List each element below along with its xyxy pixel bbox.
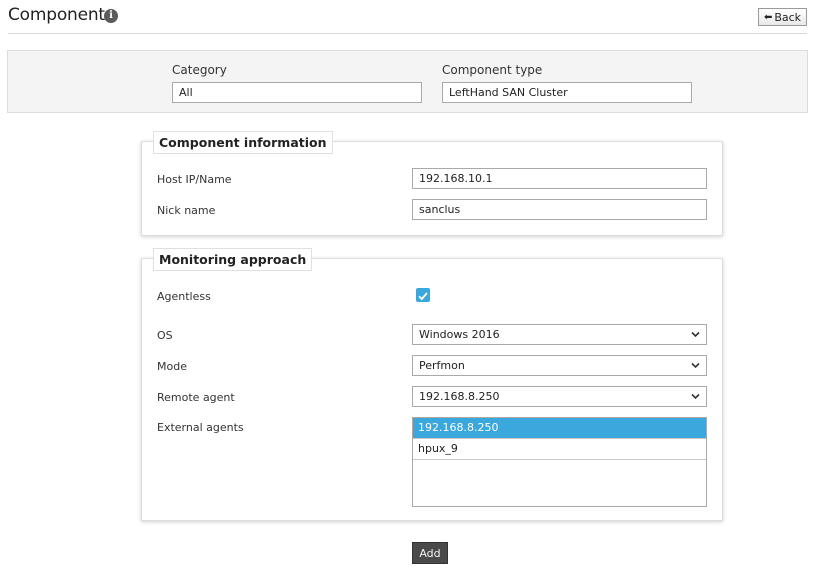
os-label: OS — [157, 329, 173, 342]
list-item[interactable]: hpux_9 — [413, 439, 706, 460]
external-agents-label: External agents — [157, 421, 244, 434]
info-icon[interactable]: i — [104, 9, 118, 23]
agentless-label: Agentless — [157, 290, 211, 303]
checkmark-icon — [418, 292, 428, 301]
chevron-down-icon — [691, 331, 700, 338]
mode-select-value: Perfmon — [419, 359, 465, 372]
add-button[interactable]: Add — [412, 542, 448, 564]
os-select-value: Windows 2016 — [419, 328, 500, 341]
host-ip-input[interactable]: 192.168.10.1 — [412, 168, 707, 189]
external-agents-listbox[interactable]: 192.168.8.250 hpux_9 — [412, 417, 707, 507]
os-select[interactable]: Windows 2016 — [412, 324, 707, 345]
component-type-label: Component type — [442, 63, 543, 77]
back-button[interactable]: ⬅ Back — [758, 8, 807, 26]
arrow-back-icon: ⬅ — [763, 11, 773, 23]
agentless-checkbox[interactable] — [416, 288, 430, 302]
filter-panel: Category All Component type LeftHand SAN… — [7, 50, 808, 113]
category-label: Category — [172, 63, 227, 77]
remote-agent-select-value: 192.168.8.250 — [419, 390, 500, 403]
remote-agent-label: Remote agent — [157, 391, 235, 404]
back-button-label: Back — [774, 10, 802, 24]
category-input[interactable]: All — [172, 82, 422, 103]
component-type-input[interactable]: LeftHand SAN Cluster — [442, 82, 692, 103]
nick-name-input[interactable]: sanclus — [412, 199, 707, 220]
page-title: Component — [8, 5, 105, 25]
monitoring-approach-section: Monitoring approach Agentless OS Windows… — [141, 248, 723, 521]
page-header: Component i ⬅ Back — [0, 0, 817, 36]
chevron-down-icon — [691, 362, 700, 369]
remote-agent-select[interactable]: 192.168.8.250 — [412, 386, 707, 407]
chevron-down-icon — [691, 393, 700, 400]
mode-label: Mode — [157, 360, 187, 373]
monitoring-approach-legend: Monitoring approach — [153, 248, 313, 271]
mode-select[interactable]: Perfmon — [412, 355, 707, 376]
list-item[interactable]: 192.168.8.250 — [413, 418, 706, 439]
component-information-section: Component information Host IP/Name 192.1… — [141, 131, 723, 236]
header-divider — [8, 33, 807, 34]
host-ip-label: Host IP/Name — [157, 173, 232, 186]
nick-name-label: Nick name — [157, 204, 216, 217]
component-information-legend: Component information — [153, 131, 333, 154]
